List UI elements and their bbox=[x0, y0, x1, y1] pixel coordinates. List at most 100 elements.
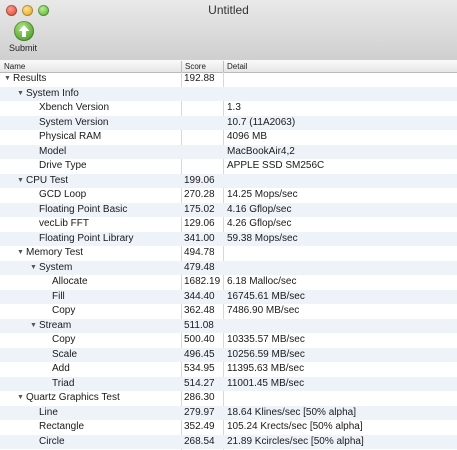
row-name-label: Copy bbox=[52, 305, 76, 316]
row-name-cell: ▼ System Info bbox=[0, 87, 197, 102]
disclosure-triangle-icon[interactable]: ▼ bbox=[30, 261, 39, 276]
row-name-cell: ▼ System bbox=[0, 261, 210, 276]
row-name-cell: ▼ CPU Test bbox=[0, 174, 197, 189]
row-detail-cell: 21.89 Kcircles/sec [50% alpha] bbox=[227, 435, 364, 447]
outline-row[interactable]: Add 534.95 11395.63 MB/sec bbox=[0, 362, 457, 377]
row-detail-cell bbox=[227, 246, 457, 261]
outline-row[interactable]: ▼ CPU Test 199.06 bbox=[0, 173, 457, 189]
outline-row[interactable]: ▼ Quartz Graphics Test 286.30 bbox=[0, 391, 457, 406]
outline-row[interactable]: Fill 344.40 16745.61 MB/sec bbox=[0, 289, 457, 304]
row-detail-cell: 4.16 Gflop/sec bbox=[227, 203, 292, 215]
app-window: Untitled Submit Name Score Detail ▼ Resul… bbox=[0, 0, 457, 450]
outline-row[interactable]: Copy 362.48 7486.90 MB/sec bbox=[0, 304, 457, 319]
row-name-label: Physical RAM bbox=[39, 131, 102, 142]
outline-row[interactable]: ▼ System 479.48 bbox=[0, 260, 457, 276]
outline-row[interactable]: System Version 10.7 (11A2063) bbox=[0, 115, 457, 131]
row-score-cell: 496.45 bbox=[184, 348, 215, 360]
window-title: Untitled bbox=[208, 3, 249, 17]
upload-arrow-icon bbox=[14, 21, 34, 41]
row-name-label: Stream bbox=[39, 319, 72, 331]
outline-row[interactable]: Copy 500.40 10335.57 MB/sec bbox=[0, 333, 457, 348]
row-score-cell: 362.48 bbox=[184, 305, 215, 316]
row-name-cell: Physical RAM bbox=[0, 130, 210, 145]
row-score-cell: 129.06 bbox=[184, 218, 215, 229]
disclosure-triangle-icon[interactable]: ▼ bbox=[17, 246, 26, 261]
row-detail-cell: 10256.59 MB/sec bbox=[227, 348, 305, 360]
row-detail-cell: 1.3 bbox=[227, 102, 241, 113]
row-name-label: Xbench Version bbox=[39, 102, 110, 113]
row-name-cell: Rectangle bbox=[0, 420, 210, 435]
outline-row[interactable]: ▼ Memory Test 494.78 bbox=[0, 246, 457, 261]
row-score-cell: 1682.19 bbox=[184, 276, 221, 287]
row-detail-cell: 10.7 (11A2063) bbox=[227, 116, 296, 128]
row-name-cell: ▼ Stream bbox=[0, 319, 210, 334]
row-name-label: Circle bbox=[39, 435, 65, 447]
row-detail-cell: 4096 MB bbox=[227, 131, 268, 142]
row-score-cell bbox=[184, 87, 224, 102]
row-score-cell: 279.97 bbox=[184, 406, 215, 418]
results-outline: ▼ Results 192.88 ▼ System Info Xbench Version… bbox=[0, 72, 457, 450]
submit-button[interactable]: Submit bbox=[3, 21, 43, 57]
column-header-detail[interactable]: Detail bbox=[227, 61, 247, 72]
outline-row[interactable]: Line 279.97 18.64 Klines/sec [50% alpha] bbox=[0, 405, 457, 421]
row-score-cell: 344.40 bbox=[184, 290, 215, 302]
row-score-cell: 479.48 bbox=[184, 261, 215, 273]
outline-row[interactable]: Model MacBookAir4,2 bbox=[0, 144, 457, 160]
outline-row[interactable]: ▼ Results 192.88 bbox=[0, 72, 457, 87]
row-score-cell bbox=[184, 159, 224, 174]
outline-row[interactable]: Physical RAM 4096 MB bbox=[0, 130, 457, 145]
row-name-cell: System Version bbox=[0, 116, 210, 131]
row-score-cell bbox=[184, 101, 224, 116]
row-name-cell: Model bbox=[0, 145, 210, 160]
disclosure-triangle-icon[interactable]: ▼ bbox=[30, 319, 39, 334]
row-name-label: Allocate bbox=[52, 276, 88, 287]
row-score-cell: 514.27 bbox=[184, 377, 215, 389]
row-name-cell: Xbench Version bbox=[0, 101, 210, 116]
row-detail-cell bbox=[227, 319, 457, 334]
column-header-name[interactable]: Name bbox=[4, 61, 25, 72]
row-detail-cell: 11395.63 MB/sec bbox=[227, 363, 305, 374]
outline-row[interactable]: Triad 514.27 11001.45 MB/sec bbox=[0, 376, 457, 391]
row-score-cell: 192.88 bbox=[184, 73, 215, 84]
row-name-label: vecLib FFT bbox=[39, 218, 90, 229]
column-divider[interactable] bbox=[223, 61, 224, 72]
row-detail-cell: APPLE SSD SM256C bbox=[227, 160, 325, 171]
row-name-label: Floating Point Basic bbox=[39, 203, 128, 215]
column-header-score[interactable]: Score bbox=[185, 61, 206, 72]
row-name-cell: Line bbox=[0, 406, 210, 421]
row-score-cell: 286.30 bbox=[184, 392, 215, 403]
outline-row[interactable]: ▼ Stream 511.08 bbox=[0, 318, 457, 334]
row-score-cell: 352.49 bbox=[184, 421, 215, 432]
row-detail-cell: 14.25 Mops/sec bbox=[227, 189, 298, 200]
column-divider[interactable] bbox=[181, 61, 182, 72]
row-score-cell: 534.95 bbox=[184, 363, 215, 374]
row-name-cell: Drive Type bbox=[0, 159, 210, 174]
outline-row[interactable]: Rectangle 352.49 105.24 Krects/sec [50% al… bbox=[0, 420, 457, 435]
row-name-label: Drive Type bbox=[39, 160, 87, 171]
disclosure-triangle-icon[interactable]: ▼ bbox=[17, 87, 26, 102]
row-detail-cell bbox=[227, 391, 457, 406]
outline-row[interactable]: GCD Loop 270.28 14.25 Mops/sec bbox=[0, 188, 457, 203]
row-detail-cell: 7486.90 MB/sec bbox=[227, 305, 300, 316]
outline-row[interactable]: vecLib FFT 129.06 4.26 Gflop/sec bbox=[0, 217, 457, 232]
row-detail-cell bbox=[227, 174, 457, 189]
outline-row[interactable]: Circle 268.54 21.89 Kcircles/sec [50% alph… bbox=[0, 434, 457, 449]
outline-row[interactable]: Allocate 1682.19 6.18 Malloc/sec bbox=[0, 275, 457, 290]
outline-row[interactable]: ▼ System Info bbox=[0, 86, 457, 102]
title-bar: Untitled Submit bbox=[0, 0, 457, 61]
disclosure-triangle-icon[interactable]: ▼ bbox=[17, 174, 26, 189]
row-name-label: Rectangle bbox=[39, 421, 85, 432]
disclosure-triangle-icon[interactable]: ▼ bbox=[4, 72, 13, 87]
row-name-label: GCD Loop bbox=[39, 189, 87, 200]
outline-row[interactable]: Floating Point Basic 175.02 4.16 Gflop/sec bbox=[0, 202, 457, 217]
outline-row[interactable]: Floating Point Library 341.00 59.38 Mops/s… bbox=[0, 231, 457, 246]
row-name-cell: ▼ Memory Test bbox=[0, 246, 197, 261]
outline-row[interactable]: Scale 496.45 10256.59 MB/sec bbox=[0, 347, 457, 362]
row-detail-cell: 16745.61 MB/sec bbox=[227, 290, 305, 302]
row-name-label: Copy bbox=[52, 334, 76, 345]
disclosure-triangle-icon[interactable]: ▼ bbox=[17, 391, 26, 406]
row-score-cell: 341.00 bbox=[184, 232, 215, 244]
outline-row[interactable]: Drive Type APPLE SSD SM256C bbox=[0, 159, 457, 174]
outline-row[interactable]: Xbench Version 1.3 bbox=[0, 101, 457, 116]
row-score-cell: 175.02 bbox=[184, 203, 215, 215]
